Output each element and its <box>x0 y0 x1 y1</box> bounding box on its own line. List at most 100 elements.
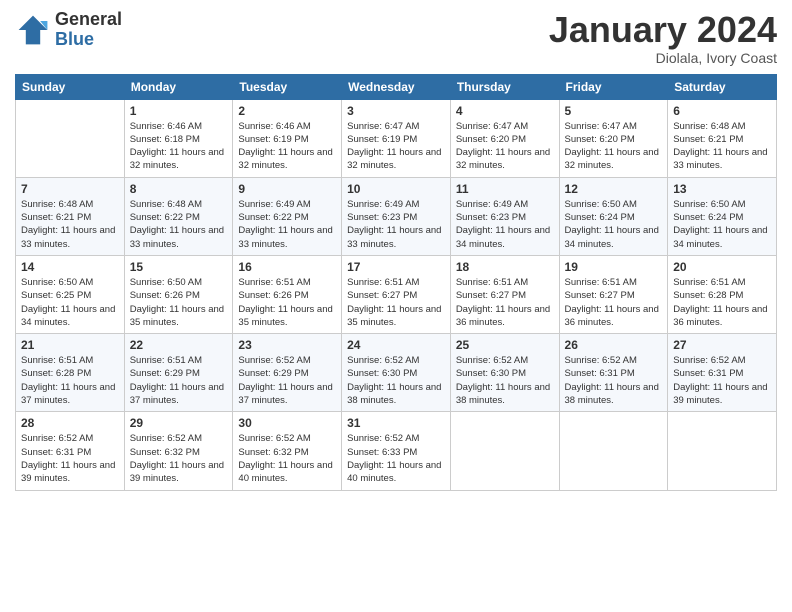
day-number: 8 <box>130 182 228 196</box>
table-row: 23 Sunrise: 6:52 AMSunset: 6:29 PMDayligh… <box>233 334 342 412</box>
header-friday: Friday <box>559 74 668 99</box>
day-number: 5 <box>565 104 663 118</box>
table-row <box>450 412 559 490</box>
calendar-week-row: 14 Sunrise: 6:50 AMSunset: 6:25 PMDayligh… <box>16 255 777 333</box>
table-row: 9 Sunrise: 6:49 AMSunset: 6:22 PMDaylight… <box>233 177 342 255</box>
table-row: 8 Sunrise: 6:48 AMSunset: 6:22 PMDaylight… <box>124 177 233 255</box>
table-row: 19 Sunrise: 6:51 AMSunset: 6:27 PMDayligh… <box>559 255 668 333</box>
table-row: 31 Sunrise: 6:52 AMSunset: 6:33 PMDayligh… <box>342 412 451 490</box>
table-row: 24Sunrise: 6:52 AMSunset: 6:30 PMDayligh… <box>342 334 451 412</box>
day-info: Sunrise: 6:46 AMSunset: 6:18 PMDaylight:… <box>130 120 228 173</box>
day-number: 31 <box>347 416 445 430</box>
day-number: 14 <box>21 260 119 274</box>
header-tuesday: Tuesday <box>233 74 342 99</box>
month-title: January 2024 <box>549 10 777 50</box>
logo: General Blue <box>15 10 122 50</box>
day-number: 17 <box>347 260 445 274</box>
day-info: Sunrise: 6:49 AMSunset: 6:22 PMDaylight:… <box>238 198 336 251</box>
day-number: 20 <box>673 260 771 274</box>
day-number: 2 <box>238 104 336 118</box>
day-number: 21 <box>21 338 119 352</box>
day-info: Sunrise: 6:51 AMSunset: 6:27 PMDaylight:… <box>456 276 554 329</box>
day-info: Sunrise: 6:47 AMSunset: 6:20 PMDaylight:… <box>565 120 663 173</box>
table-row: 30Sunrise: 6:52 AMSunset: 6:32 PMDayligh… <box>233 412 342 490</box>
day-info: Sunrise: 6:48 AMSunset: 6:21 PMDaylight:… <box>673 120 771 173</box>
table-row: 27 Sunrise: 6:52 AMSunset: 6:31 PMDayligh… <box>668 334 777 412</box>
table-row: 4Sunrise: 6:47 AMSunset: 6:20 PMDaylight… <box>450 99 559 177</box>
day-number: 11 <box>456 182 554 196</box>
day-info: Sunrise: 6:49 AMSunset: 6:23 PMDaylight:… <box>456 198 554 251</box>
table-row: 11 Sunrise: 6:49 AMSunset: 6:23 PMDayligh… <box>450 177 559 255</box>
header-sunday: Sunday <box>16 74 125 99</box>
day-number: 19 <box>565 260 663 274</box>
table-row: 21 Sunrise: 6:51 AMSunset: 6:28 PMDayligh… <box>16 334 125 412</box>
day-number: 10 <box>347 182 445 196</box>
calendar-header-row: Sunday Monday Tuesday Wednesday Thursday… <box>16 74 777 99</box>
table-row: 15 Sunrise: 6:50 AMSunset: 6:26 PMDayligh… <box>124 255 233 333</box>
day-number: 9 <box>238 182 336 196</box>
table-row: 16 Sunrise: 6:51 AMSunset: 6:26 PMDayligh… <box>233 255 342 333</box>
table-row <box>559 412 668 490</box>
day-number: 6 <box>673 104 771 118</box>
day-number: 29 <box>130 416 228 430</box>
table-row: 25Sunrise: 6:52 AMSunset: 6:30 PMDayligh… <box>450 334 559 412</box>
day-number: 23 <box>238 338 336 352</box>
logo-text: General Blue <box>55 10 122 50</box>
logo-blue-label: Blue <box>55 30 122 50</box>
table-row: 26 Sunrise: 6:52 AMSunset: 6:31 PMDayligh… <box>559 334 668 412</box>
table-row: 20 Sunrise: 6:51 AMSunset: 6:28 PMDayligh… <box>668 255 777 333</box>
day-info: Sunrise: 6:47 AMSunset: 6:19 PMDaylight:… <box>347 120 445 173</box>
day-info: Sunrise: 6:51 AMSunset: 6:28 PMDaylight:… <box>21 354 119 407</box>
day-info: Sunrise: 6:50 AMSunset: 6:24 PMDaylight:… <box>565 198 663 251</box>
day-number: 18 <box>456 260 554 274</box>
location-label: Diolala, Ivory Coast <box>549 50 777 66</box>
table-row: 1 Sunrise: 6:46 AMSunset: 6:18 PMDaylight… <box>124 99 233 177</box>
day-number: 3 <box>347 104 445 118</box>
calendar-week-row: 1 Sunrise: 6:46 AMSunset: 6:18 PMDaylight… <box>16 99 777 177</box>
logo-general-label: General <box>55 10 122 30</box>
table-row: 28 Sunrise: 6:52 AMSunset: 6:31 PMDayligh… <box>16 412 125 490</box>
day-info: Sunrise: 6:48 AMSunset: 6:21 PMDaylight:… <box>21 198 119 251</box>
header-wednesday: Wednesday <box>342 74 451 99</box>
table-row: 12 Sunrise: 6:50 AMSunset: 6:24 PMDayligh… <box>559 177 668 255</box>
day-number: 28 <box>21 416 119 430</box>
table-row <box>668 412 777 490</box>
day-info: Sunrise: 6:52 AMSunset: 6:32 PMDaylight:… <box>130 432 228 485</box>
day-number: 4 <box>456 104 554 118</box>
day-number: 26 <box>565 338 663 352</box>
header: General Blue January 2024 Diolala, Ivory… <box>15 10 777 66</box>
day-number: 12 <box>565 182 663 196</box>
table-row: 14 Sunrise: 6:50 AMSunset: 6:25 PMDayligh… <box>16 255 125 333</box>
day-info: Sunrise: 6:51 AMSunset: 6:27 PMDaylight:… <box>565 276 663 329</box>
calendar-week-row: 28 Sunrise: 6:52 AMSunset: 6:31 PMDayligh… <box>16 412 777 490</box>
day-info: Sunrise: 6:52 AMSunset: 6:29 PMDaylight:… <box>238 354 336 407</box>
day-number: 25 <box>456 338 554 352</box>
day-info: Sunrise: 6:51 AMSunset: 6:26 PMDaylight:… <box>238 276 336 329</box>
table-row: 6 Sunrise: 6:48 AMSunset: 6:21 PMDaylight… <box>668 99 777 177</box>
day-info: Sunrise: 6:52 AMSunset: 6:31 PMDaylight:… <box>673 354 771 407</box>
day-info: Sunrise: 6:52 AMSunset: 6:33 PMDaylight:… <box>347 432 445 485</box>
day-info: Sunrise: 6:52 AMSunset: 6:31 PMDaylight:… <box>21 432 119 485</box>
calendar-week-row: 21 Sunrise: 6:51 AMSunset: 6:28 PMDayligh… <box>16 334 777 412</box>
day-info: Sunrise: 6:50 AMSunset: 6:24 PMDaylight:… <box>673 198 771 251</box>
day-number: 16 <box>238 260 336 274</box>
day-info: Sunrise: 6:50 AMSunset: 6:25 PMDaylight:… <box>21 276 119 329</box>
day-number: 1 <box>130 104 228 118</box>
table-row: 17 Sunrise: 6:51 AMSunset: 6:27 PMDayligh… <box>342 255 451 333</box>
day-number: 15 <box>130 260 228 274</box>
table-row: 5 Sunrise: 6:47 AMSunset: 6:20 PMDaylight… <box>559 99 668 177</box>
day-info: Sunrise: 6:46 AMSunset: 6:19 PMDaylight:… <box>238 120 336 173</box>
header-thursday: Thursday <box>450 74 559 99</box>
title-area: January 2024 Diolala, Ivory Coast <box>549 10 777 66</box>
header-monday: Monday <box>124 74 233 99</box>
day-number: 27 <box>673 338 771 352</box>
day-info: Sunrise: 6:50 AMSunset: 6:26 PMDaylight:… <box>130 276 228 329</box>
table-row: 22Sunrise: 6:51 AMSunset: 6:29 PMDayligh… <box>124 334 233 412</box>
day-info: Sunrise: 6:52 AMSunset: 6:31 PMDaylight:… <box>565 354 663 407</box>
page: General Blue January 2024 Diolala, Ivory… <box>0 0 792 612</box>
day-info: Sunrise: 6:48 AMSunset: 6:22 PMDaylight:… <box>130 198 228 251</box>
day-info: Sunrise: 6:51 AMSunset: 6:29 PMDaylight:… <box>130 354 228 407</box>
day-info: Sunrise: 6:51 AMSunset: 6:28 PMDaylight:… <box>673 276 771 329</box>
table-row: 29 Sunrise: 6:52 AMSunset: 6:32 PMDayligh… <box>124 412 233 490</box>
day-info: Sunrise: 6:51 AMSunset: 6:27 PMDaylight:… <box>347 276 445 329</box>
